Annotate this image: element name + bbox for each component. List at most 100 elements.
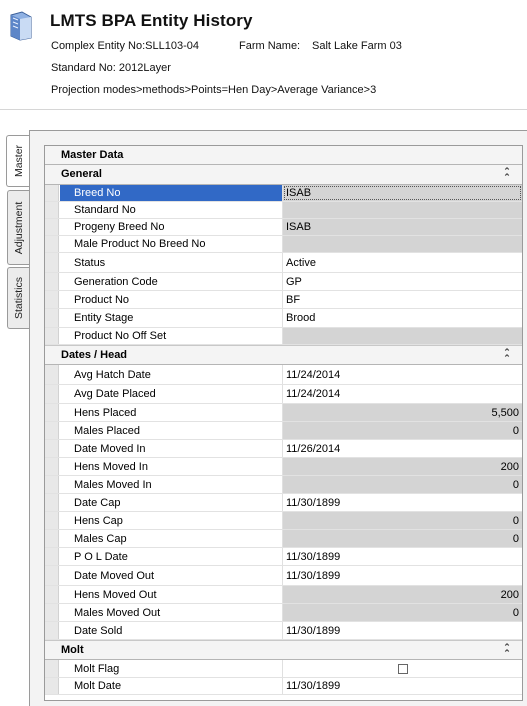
tab-master[interactable]: Master <box>6 135 30 187</box>
grid-row[interactable]: Male Product No Breed No <box>45 236 522 253</box>
grid-row[interactable]: P O L Date 11/30/1899 <box>45 548 522 566</box>
property-value[interactable]: 11/30/1899 <box>283 678 522 694</box>
grid-row[interactable]: Molt Date 11/30/1899 <box>45 678 522 695</box>
grid-row[interactable]: Avg Hatch Date 11/24/2014 <box>45 365 522 385</box>
property-value[interactable]: 0 <box>283 512 522 529</box>
grid-row[interactable]: Males Moved In 0 <box>45 476 522 494</box>
property-value[interactable]: 0 <box>283 530 522 547</box>
property-label: Molt Date <box>60 678 283 694</box>
row-gutter <box>45 548 59 565</box>
property-value[interactable]: ISAB <box>283 219 522 235</box>
grid-row[interactable]: Status Active <box>45 253 522 273</box>
property-value[interactable]: 11/30/1899 <box>283 494 522 511</box>
section-title: Dates / Head <box>61 349 128 361</box>
section-header-dates-head[interactable]: Dates / Head ⌃ ⌃ <box>45 345 522 365</box>
property-label: Date Moved Out <box>60 566 283 585</box>
grid-row[interactable]: Hens Cap 0 <box>45 512 522 530</box>
row-gutter <box>45 385 59 403</box>
property-value[interactable]: 11/30/1899 <box>283 622 522 639</box>
grid-row[interactable]: Date Cap 11/30/1899 <box>45 494 522 512</box>
section-header-molt[interactable]: Molt ⌃ ⌃ <box>45 640 522 660</box>
row-gutter <box>45 309 59 327</box>
collapse-chevron-icon[interactable]: ⌃ ⌃ <box>502 643 512 658</box>
property-label: Male Product No Breed No <box>60 236 283 252</box>
standard-text: Standard No: 2012Layer <box>51 62 171 74</box>
property-label: Generation Code <box>60 273 283 290</box>
property-value[interactable]: BF <box>283 291 522 308</box>
row-gutter <box>45 236 59 252</box>
page-title: LMTS BPA Entity History <box>50 11 253 30</box>
section-header-general[interactable]: General ⌃ ⌃ <box>45 165 522 185</box>
row-gutter <box>45 566 59 585</box>
grid-row[interactable]: Date Moved In 11/26/2014 <box>45 440 522 458</box>
grid-row[interactable]: Entity Stage Brood <box>45 309 522 328</box>
tab-statistics[interactable]: Statistics <box>7 267 29 329</box>
tab-statistics-label: Statistics <box>12 276 25 320</box>
grid-row[interactable]: Date Sold 11/30/1899 <box>45 622 522 640</box>
property-value[interactable]: 200 <box>283 586 522 603</box>
grid-row[interactable]: Avg Date Placed 11/24/2014 <box>45 385 522 404</box>
grid-row[interactable]: Breed No ISAB <box>45 185 522 202</box>
property-value[interactable]: 11/24/2014 <box>283 385 522 403</box>
property-label: P O L Date <box>60 548 283 565</box>
grid-row[interactable]: Product No BF <box>45 291 522 309</box>
grid-row[interactable]: Date Moved Out 11/30/1899 <box>45 566 522 586</box>
property-grid[interactable]: Master Data General ⌃ ⌃ Breed No ISAB Standar… <box>44 145 523 701</box>
property-value[interactable]: 11/30/1899 <box>283 548 522 565</box>
property-label: Progeny Breed No <box>60 219 283 235</box>
row-gutter <box>45 530 59 547</box>
grid-row[interactable]: Product No Off Set <box>45 328 522 345</box>
property-value[interactable] <box>283 328 522 344</box>
property-label: Males Placed <box>60 422 283 439</box>
tab-adjustment[interactable]: Adjustment <box>7 190 29 265</box>
property-value[interactable]: 11/30/1899 <box>283 566 522 585</box>
property-value[interactable]: 5,500 <box>283 404 522 421</box>
section-title: Molt <box>61 644 84 656</box>
collapse-chevron-icon[interactable]: ⌃ ⌃ <box>502 167 512 182</box>
entity-history-app-icon <box>10 11 32 41</box>
grid-row[interactable]: Molt Flag <box>45 660 522 678</box>
property-value[interactable]: Brood <box>283 309 522 327</box>
property-value[interactable]: 11/24/2014 <box>283 365 522 384</box>
row-gutter <box>45 476 59 493</box>
property-value[interactable] <box>283 236 522 252</box>
property-value[interactable]: 0 <box>283 476 522 493</box>
molt-flag-checkbox[interactable] <box>397 663 408 674</box>
property-value[interactable]: 11/26/2014 <box>283 440 522 457</box>
property-label: Date Moved In <box>60 440 283 457</box>
row-gutter <box>45 328 59 344</box>
property-label: Standard No <box>60 202 283 218</box>
property-label: Hens Moved Out <box>60 586 283 603</box>
property-value[interactable] <box>283 202 522 218</box>
section-title: General <box>61 168 102 180</box>
row-gutter <box>45 604 59 621</box>
property-label: Avg Hatch Date <box>60 365 283 384</box>
grid-row[interactable]: Hens Moved Out 200 <box>45 586 522 604</box>
property-value[interactable]: GP <box>283 273 522 290</box>
property-label: Entity Stage <box>60 309 283 327</box>
grid-row[interactable]: Males Cap 0 <box>45 530 522 548</box>
grid-row[interactable]: Males Moved Out 0 <box>45 604 522 622</box>
property-label: Product No Off Set <box>60 328 283 344</box>
collapse-chevron-icon[interactable]: ⌃ ⌃ <box>502 348 512 363</box>
property-value[interactable]: 0 <box>283 422 522 439</box>
row-gutter <box>45 185 59 201</box>
grid-row[interactable]: Hens Moved In 200 <box>45 458 522 476</box>
property-label: Hens Placed <box>60 404 283 421</box>
property-label: Avg Date Placed <box>60 385 283 403</box>
molt-flag-cell[interactable] <box>283 660 522 677</box>
grid-row[interactable]: Males Placed 0 <box>45 422 522 440</box>
property-label: Males Moved Out <box>60 604 283 621</box>
property-value[interactable]: ISAB <box>283 185 522 201</box>
property-value[interactable]: 200 <box>283 458 522 475</box>
row-gutter <box>45 494 59 511</box>
header: LMTS BPA Entity History Complex Entity N… <box>0 0 527 110</box>
grid-row[interactable]: Generation Code GP <box>45 273 522 291</box>
property-value[interactable]: Active <box>283 253 522 272</box>
row-gutter <box>45 660 59 677</box>
grid-row[interactable]: Standard No <box>45 202 522 219</box>
property-value[interactable]: 0 <box>283 604 522 621</box>
grid-row[interactable]: Progeny Breed No ISAB <box>45 219 522 236</box>
grid-row[interactable]: Hens Placed 5,500 <box>45 404 522 422</box>
farm-name-value: Salt Lake Farm 03 <box>312 40 402 52</box>
